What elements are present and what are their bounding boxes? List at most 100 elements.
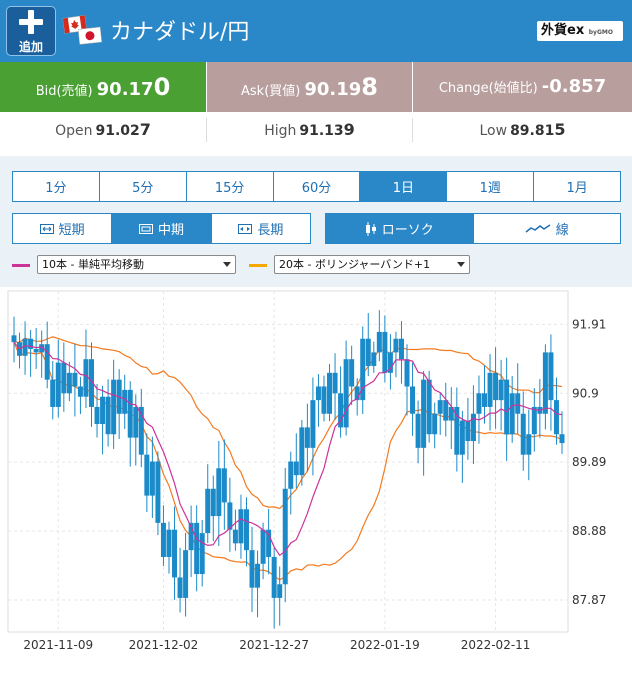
- y-tick-label: 89.89: [572, 455, 606, 469]
- range-short-icon: [39, 223, 54, 234]
- candle-body: [77, 386, 83, 397]
- range-selector: 短期 中期 長期: [12, 213, 311, 244]
- add-button[interactable]: 追加: [6, 6, 56, 56]
- tab-1day[interactable]: 1日: [359, 172, 447, 201]
- candle-body: [454, 406, 460, 455]
- candle-body: [227, 502, 233, 530]
- candle-body: [498, 379, 504, 401]
- candlestick-chart[interactable]: 91.9190.989.8988.8887.87 2021-11-09 2021-…: [0, 287, 632, 669]
- candle-body: [526, 434, 532, 455]
- candle-body: [149, 461, 155, 496]
- range-long-label: 長期: [257, 223, 284, 238]
- plus-icon: [19, 10, 43, 34]
- bid-quote[interactable]: Bid(売値) 90.170: [0, 62, 206, 112]
- low-value: 89.815: [510, 120, 566, 139]
- candle-body: [271, 556, 277, 598]
- candle-body: [531, 406, 537, 435]
- candle-body: [288, 461, 294, 489]
- candle-body: [210, 488, 216, 517]
- open-label: Open: [55, 123, 93, 139]
- range-mid-button[interactable]: 中期: [111, 214, 211, 243]
- candle-body: [410, 386, 416, 414]
- candle-body: [376, 331, 382, 353]
- candle-body: [437, 400, 443, 414]
- tab-1month[interactable]: 1月: [533, 172, 620, 201]
- sma-indicator-select[interactable]: 10本 - 単純平均移動: [37, 255, 236, 274]
- candle-body: [66, 372, 72, 394]
- ask-quote[interactable]: Ask(買値) 90.198: [207, 62, 412, 112]
- candle-body: [127, 389, 133, 438]
- candle-body: [398, 338, 404, 360]
- x-tick-label: 2022-01-19: [350, 638, 420, 652]
- candle-body: [515, 393, 521, 414]
- moving-average: [13, 341, 563, 557]
- tab-1min[interactable]: 1分: [13, 172, 99, 201]
- candle-body: [299, 427, 305, 476]
- candle-body: [504, 379, 510, 435]
- brand-logo-sub: byGMO: [588, 29, 613, 36]
- sma-indicator-value: 10本 - 単純平均移動: [42, 258, 144, 271]
- candle-body: [160, 522, 166, 557]
- candle-body: [487, 372, 493, 407]
- candle-body: [205, 488, 211, 534]
- candle-body: [277, 584, 283, 598]
- app-header: 追加 カナダドル/円 外貨ex byGMO: [0, 0, 632, 62]
- range-long-button[interactable]: 長期: [210, 214, 310, 243]
- bollinger-legend-swatch: [249, 264, 267, 267]
- x-tick-label: 2021-11-09: [23, 638, 93, 652]
- bollinger-lower-line: [13, 341, 563, 581]
- candle-body: [260, 529, 266, 564]
- x-tick-label: 2021-12-27: [239, 638, 309, 652]
- bollinger-indicator-select[interactable]: 20本 - ボリンジャーバンド+1: [274, 255, 470, 274]
- x-tick-label: 2021-12-02: [129, 638, 199, 652]
- candle-body: [459, 420, 465, 455]
- candle-body: [166, 529, 172, 557]
- candle-body: [282, 488, 288, 585]
- line-label: 線: [555, 223, 569, 238]
- candle-body: [509, 393, 515, 435]
- chevron-down-icon: [223, 262, 231, 267]
- tab-60min[interactable]: 60分: [272, 172, 360, 201]
- line-button[interactable]: 線: [472, 214, 621, 243]
- candle-body: [315, 386, 321, 401]
- candlestick-button[interactable]: ローソク: [326, 214, 473, 243]
- candle-body: [238, 509, 244, 544]
- brand-logo: 外貨ex byGMO: [537, 21, 623, 41]
- candlestick-icon: [365, 221, 376, 236]
- y-tick-label: 87.87: [572, 593, 606, 607]
- range-long-icon: [238, 223, 253, 234]
- candle-body: [365, 338, 371, 367]
- y-tick-label: 88.88: [572, 524, 606, 538]
- currency-pair-title: カナダドル/円: [110, 20, 250, 45]
- high-label: High: [264, 123, 297, 139]
- candle-body: [100, 396, 106, 424]
- sma-legend-swatch: [12, 264, 30, 267]
- price-chart[interactable]: 91.91 90.9 89.89 88.88 87.87 2021-11-09 2021-…: [0, 287, 632, 669]
- tab-15min[interactable]: 15分: [185, 172, 273, 201]
- tab-5min[interactable]: 5分: [98, 172, 186, 201]
- range-short-label: 短期: [58, 223, 85, 238]
- candle-body: [470, 413, 476, 442]
- candle-body: [542, 352, 548, 414]
- candle-body: [122, 389, 128, 414]
- range-mid-label: 中期: [157, 223, 184, 238]
- candle-body: [465, 420, 471, 442]
- candle-body: [155, 461, 161, 523]
- brand-logo-text: 外貨ex: [541, 23, 585, 38]
- candle-body: [426, 379, 432, 435]
- chart-grid: [7, 290, 569, 633]
- tab-1week[interactable]: 1週: [446, 172, 533, 201]
- timeframe-selector: 1分 5分 15分 60分 1日 1週 1月: [12, 171, 621, 202]
- low-label: Low: [479, 123, 508, 139]
- candle-body: [111, 379, 117, 435]
- bollinger-bands: [13, 336, 563, 581]
- candle-body: [221, 468, 227, 503]
- candle-body: [216, 468, 222, 517]
- candle-body: [94, 406, 100, 424]
- ask-value: 90.198: [304, 73, 378, 101]
- range-short-button[interactable]: 短期: [13, 214, 111, 243]
- sma-line: [13, 341, 563, 557]
- candle-body: [199, 533, 205, 575]
- candle-body: [243, 509, 249, 551]
- candle-body: [520, 413, 526, 455]
